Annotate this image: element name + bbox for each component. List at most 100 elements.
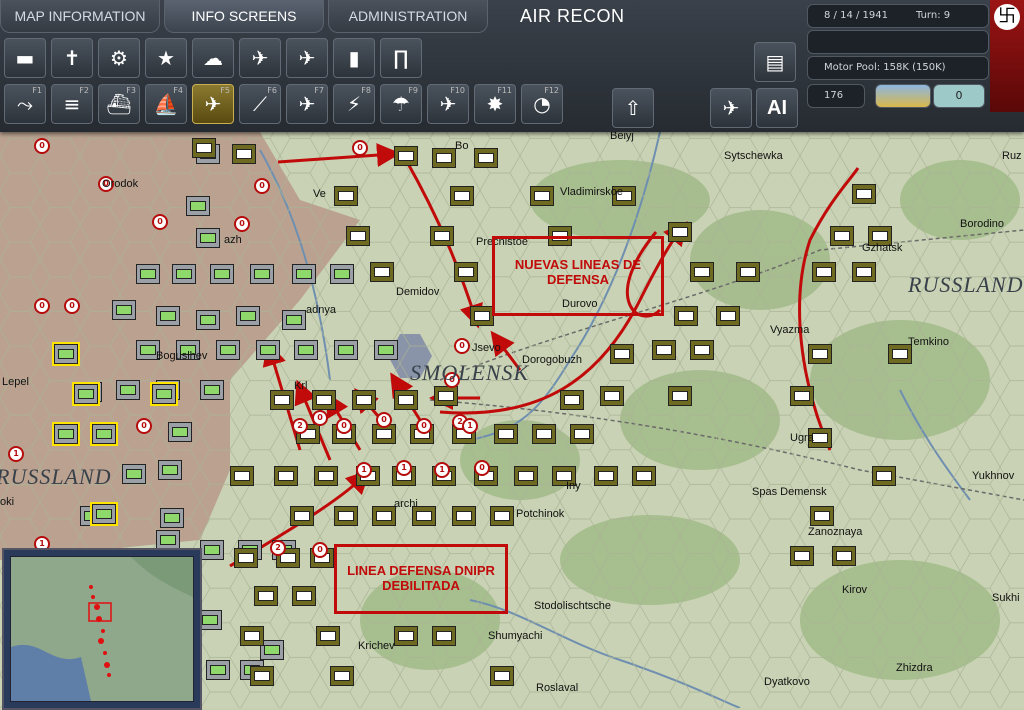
soviet-unit[interactable] (274, 466, 298, 486)
soviet-unit[interactable] (570, 424, 594, 444)
soviet-unit[interactable] (352, 390, 376, 410)
soviet-unit[interactable] (514, 466, 538, 486)
soviet-unit[interactable] (452, 506, 476, 526)
german-unit-selected[interactable] (90, 422, 118, 446)
german-unit[interactable] (206, 660, 230, 680)
soviet-unit[interactable] (432, 626, 456, 646)
german-unit[interactable] (160, 508, 184, 528)
counter-box[interactable]: 0 (933, 84, 985, 108)
soviet-unit[interactable] (314, 466, 338, 486)
soviet-unit[interactable] (668, 222, 692, 242)
soviet-unit[interactable] (690, 340, 714, 360)
soviet-unit[interactable] (346, 226, 370, 246)
weather-map-icon[interactable]: ☁ (192, 38, 234, 78)
minimap-view[interactable] (10, 556, 194, 702)
soviet-unit[interactable] (532, 424, 556, 444)
ai-button[interactable]: AI (756, 88, 798, 128)
german-unit[interactable] (200, 380, 224, 400)
tab-administration[interactable]: ADMINISTRATION (328, 0, 488, 33)
soviet-unit[interactable] (430, 226, 454, 246)
railway-icon[interactable]: ≡ F2 (51, 84, 93, 124)
navy-icon[interactable]: ⛴ F3 (98, 84, 140, 124)
german-unit[interactable] (136, 264, 160, 284)
soviet-unit[interactable] (790, 546, 814, 566)
german-unit[interactable] (196, 228, 220, 248)
tab-map-information[interactable]: MAP INFORMATION (0, 0, 160, 33)
german-unit[interactable] (158, 460, 182, 480)
rail-station-icon[interactable]: ∏ (380, 38, 422, 78)
soviet-unit[interactable] (674, 306, 698, 326)
soviet-unit[interactable] (812, 262, 836, 282)
upload-icon[interactable]: ⇧ (612, 88, 654, 128)
soviet-unit[interactable] (610, 344, 634, 364)
soviet-unit[interactable] (334, 186, 358, 206)
airstrike-icon[interactable]: ✈ F10 (427, 84, 469, 124)
soviet-unit[interactable] (434, 386, 458, 406)
german-unit[interactable] (282, 310, 306, 330)
army-group-icon[interactable]: ✝ (51, 38, 93, 78)
soviet-unit[interactable] (852, 262, 876, 282)
aircraft-icon[interactable]: ✈ (239, 38, 281, 78)
soviet-unit[interactable] (736, 262, 760, 282)
german-unit[interactable] (330, 264, 354, 284)
explosion-icon[interactable]: ✸ F11 (474, 84, 516, 124)
german-unit[interactable] (168, 422, 192, 442)
german-unit[interactable] (256, 340, 280, 360)
german-unit[interactable] (196, 310, 220, 330)
soviet-unit[interactable] (334, 506, 358, 526)
german-unit[interactable] (112, 300, 136, 320)
german-unit[interactable] (374, 340, 398, 360)
soviet-unit[interactable] (560, 390, 584, 410)
soviet-unit[interactable] (394, 626, 418, 646)
german-unit-selected[interactable] (90, 502, 118, 526)
soviet-unit[interactable] (716, 306, 740, 326)
german-unit-selected[interactable] (72, 382, 100, 406)
german-unit[interactable] (186, 196, 210, 216)
air-battle-icon[interactable]: ✈ (710, 88, 752, 128)
soviet-unit[interactable] (830, 226, 854, 246)
german-unit[interactable] (210, 264, 234, 284)
german-unit[interactable] (156, 306, 180, 326)
soviet-unit[interactable] (234, 548, 258, 568)
german-unit[interactable] (156, 530, 180, 550)
air-recon-icon[interactable]: ✈ F5 (192, 84, 234, 124)
soviet-unit[interactable] (632, 466, 656, 486)
soviet-unit[interactable] (454, 262, 478, 282)
soviet-unit[interactable] (474, 148, 498, 168)
german-unit[interactable] (294, 340, 318, 360)
storage-icon[interactable]: ▤ (754, 42, 796, 82)
german-unit[interactable] (200, 540, 224, 560)
artillery-icon[interactable]: ⟋ F6 (239, 84, 281, 124)
soviet-unit[interactable] (330, 666, 354, 686)
soviet-unit[interactable] (432, 148, 456, 168)
star-icon[interactable]: ★ (145, 38, 187, 78)
soviet-unit[interactable] (230, 466, 254, 486)
soviet-unit[interactable] (652, 340, 676, 360)
soviet-unit[interactable] (394, 390, 418, 410)
soviet-unit[interactable] (370, 262, 394, 282)
soviet-unit[interactable] (292, 586, 316, 606)
german-unit[interactable] (172, 264, 196, 284)
soviet-unit[interactable] (594, 466, 618, 486)
soviet-unit[interactable] (790, 386, 814, 406)
soviet-unit[interactable] (530, 186, 554, 206)
soviet-unit[interactable] (254, 586, 278, 606)
soviet-unit[interactable] (600, 386, 624, 406)
supply-depot-icon[interactable]: ▮ (333, 38, 375, 78)
soviet-unit[interactable] (490, 506, 514, 526)
soviet-unit[interactable] (852, 184, 876, 204)
soviet-unit[interactable] (470, 306, 494, 326)
minimap[interactable] (2, 548, 202, 710)
german-unit[interactable] (236, 306, 260, 326)
german-unit[interactable] (334, 340, 358, 360)
tab-info-screens[interactable]: INFO SCREENS (164, 0, 324, 33)
soviet-unit[interactable] (832, 546, 856, 566)
soviet-unit[interactable] (290, 506, 314, 526)
soviet-unit[interactable] (312, 390, 336, 410)
soviet-unit[interactable] (494, 424, 518, 444)
gear-icon[interactable]: ⚙ (98, 38, 140, 78)
soviet-unit[interactable] (270, 390, 294, 410)
german-unit-selected[interactable] (52, 422, 80, 446)
soviet-unit[interactable] (250, 666, 274, 686)
soviet-unit[interactable] (232, 144, 256, 164)
